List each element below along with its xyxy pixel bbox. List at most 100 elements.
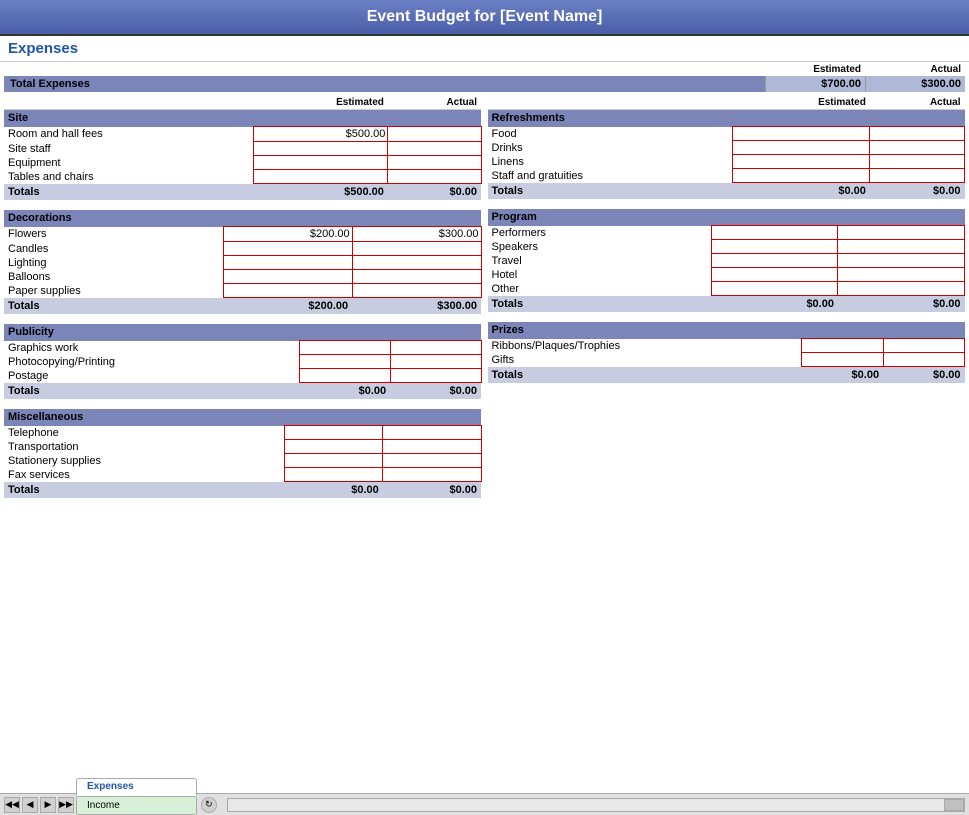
actual-input[interactable] xyxy=(870,141,965,155)
estimated-input[interactable] xyxy=(733,127,870,141)
table-row: Candles xyxy=(4,242,481,256)
totals-row-publicity: Totals$0.00$0.00 xyxy=(4,383,481,400)
actual-input[interactable] xyxy=(383,426,481,440)
col-header-estimated: Estimated xyxy=(733,96,870,110)
estimated-input[interactable] xyxy=(733,141,870,155)
actual-input[interactable] xyxy=(838,226,965,240)
estimated-input[interactable] xyxy=(299,369,390,383)
section-table-publicity: EstimatedActualPublicityGraphics workPho… xyxy=(4,324,482,399)
estimated-input[interactable] xyxy=(253,170,388,184)
table-row: Fax services xyxy=(4,468,481,482)
table-row: Graphics work xyxy=(4,341,481,355)
table-row: Linens xyxy=(488,155,965,169)
section-header-prizes: Prizes xyxy=(488,322,965,339)
actual-input[interactable] xyxy=(388,127,481,142)
actual-input[interactable] xyxy=(870,169,965,183)
main-content: Estimated Actual Total Expenses $700.00 … xyxy=(0,62,969,510)
section-table-program: EstimatedActualProgramPerformersSpeakers… xyxy=(488,209,966,312)
section-header-refreshments: Refreshments xyxy=(488,110,965,127)
table-row: Flowers$200.00$300.00 xyxy=(4,227,481,242)
estimated-input[interactable] xyxy=(802,353,883,367)
section-table-refreshments: EstimatedActualRefreshmentsFoodDrinksLin… xyxy=(488,96,966,199)
section-table-miscellaneous: EstimatedActualMiscellaneousTelephoneTra… xyxy=(4,409,482,498)
col-header-actual: Actual xyxy=(388,96,481,110)
scrollbar-thumb[interactable] xyxy=(944,799,964,811)
expenses-header: Expenses xyxy=(0,36,969,62)
tabs-container: ExpensesIncomeProfit - Loss Summary xyxy=(76,778,199,815)
actual-input[interactable] xyxy=(352,284,481,298)
estimated-input[interactable] xyxy=(733,169,870,183)
tab-expenses[interactable]: Expenses xyxy=(76,778,197,796)
table-row: Photocopying/Printing xyxy=(4,355,481,369)
table-row: Paper supplies xyxy=(4,284,481,298)
estimated-input[interactable] xyxy=(285,426,383,440)
actual-input[interactable] xyxy=(388,142,481,156)
estimated-input[interactable] xyxy=(223,270,352,284)
estimated-input[interactable] xyxy=(711,282,838,296)
actual-input[interactable] xyxy=(352,256,481,270)
actual-input[interactable] xyxy=(383,440,481,454)
actual-input[interactable] xyxy=(883,353,964,367)
table-row: Speakers xyxy=(488,240,965,254)
total-expenses-actual: $300.00 xyxy=(865,76,965,92)
estimated-input[interactable] xyxy=(733,155,870,169)
estimated-input[interactable] xyxy=(711,226,838,240)
estimated-input[interactable] xyxy=(285,468,383,482)
actual-input[interactable] xyxy=(838,254,965,268)
section-table-site: EstimatedActualSiteRoom and hall fees$50… xyxy=(4,96,482,200)
actual-input[interactable] xyxy=(388,170,481,184)
tab-nav-prev[interactable]: ◀ xyxy=(22,797,38,813)
table-row: Food xyxy=(488,127,965,141)
table-row: Room and hall fees$500.00 xyxy=(4,127,481,142)
table-row: Tables and chairs xyxy=(4,170,481,184)
table-row: Hotel xyxy=(488,268,965,282)
actual-input[interactable] xyxy=(883,339,964,353)
estimated-input[interactable] xyxy=(711,240,838,254)
tab-refresh-icon[interactable]: ↻ xyxy=(201,797,217,813)
actual-input[interactable]: $300.00 xyxy=(352,227,481,242)
tab-nav-first[interactable]: ◀◀ xyxy=(4,797,20,813)
estimated-input[interactable] xyxy=(223,242,352,256)
estimated-input[interactable] xyxy=(285,454,383,468)
estimated-input[interactable] xyxy=(711,268,838,282)
actual-input[interactable] xyxy=(390,369,481,383)
tab-nav-last[interactable]: ▶▶ xyxy=(58,797,74,813)
tab-nav-next[interactable]: ▶ xyxy=(40,797,56,813)
actual-input[interactable] xyxy=(383,454,481,468)
actual-input[interactable] xyxy=(390,355,481,369)
estimated-input[interactable] xyxy=(285,440,383,454)
estimated-input[interactable] xyxy=(802,339,883,353)
actual-input[interactable] xyxy=(388,156,481,170)
actual-input[interactable] xyxy=(870,155,965,169)
right-column: EstimatedActualRefreshmentsFoodDrinksLin… xyxy=(488,96,966,508)
actual-input[interactable] xyxy=(838,282,965,296)
estimated-input[interactable] xyxy=(253,142,388,156)
estimated-input[interactable] xyxy=(223,256,352,270)
estimated-input[interactable]: $500.00 xyxy=(253,127,388,142)
actual-input[interactable] xyxy=(352,270,481,284)
table-row: Balloons xyxy=(4,270,481,284)
actual-input[interactable] xyxy=(838,268,965,282)
table-row: Transportation xyxy=(4,440,481,454)
table-row: Ribbons/Plaques/Trophies xyxy=(488,339,965,353)
col-header-estimated: Estimated xyxy=(253,96,388,110)
sections-container: EstimatedActualSiteRoom and hall fees$50… xyxy=(4,96,965,508)
table-row: Other xyxy=(488,282,965,296)
actual-input[interactable] xyxy=(870,127,965,141)
estimated-input[interactable] xyxy=(711,254,838,268)
estimated-input[interactable] xyxy=(299,341,390,355)
actual-input[interactable] xyxy=(838,240,965,254)
actual-input[interactable] xyxy=(390,341,481,355)
estimated-input[interactable] xyxy=(299,355,390,369)
table-row: Stationery supplies xyxy=(4,454,481,468)
estimated-input[interactable]: $200.00 xyxy=(223,227,352,242)
tab-income[interactable]: Income xyxy=(76,796,197,814)
actual-input[interactable] xyxy=(352,242,481,256)
scrollbar-area[interactable] xyxy=(227,798,965,812)
estimated-input[interactable] xyxy=(223,284,352,298)
actual-input[interactable] xyxy=(383,468,481,482)
table-row: Drinks xyxy=(488,141,965,155)
totals-row-prizes: Totals$0.00$0.00 xyxy=(488,367,965,384)
estimated-input[interactable] xyxy=(253,156,388,170)
estimated-header-main: Estimated xyxy=(765,64,865,75)
